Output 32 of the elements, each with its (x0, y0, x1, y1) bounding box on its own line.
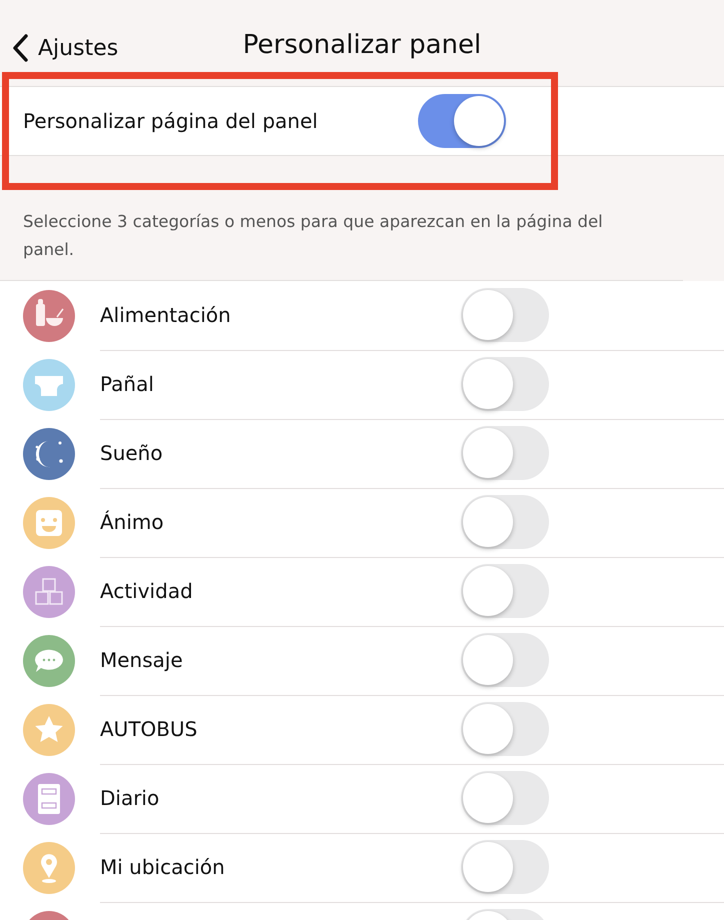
toggle-switch[interactable] (461, 633, 549, 687)
category-label: Mensaje (100, 648, 184, 672)
category-label: Sueño (100, 441, 164, 465)
category-row[interactable]: AUTOBUS (0, 695, 724, 764)
category-label: Diario (100, 786, 160, 810)
category-label: Pañal (100, 372, 155, 396)
category-label: Alimentación (100, 303, 232, 327)
toggle-switch[interactable] (461, 702, 549, 756)
toggle-switch[interactable] (461, 840, 549, 894)
chevron-left-icon (12, 34, 28, 62)
category-row[interactable]: Mensaje (0, 626, 724, 695)
category-row[interactable]: Alimentación (0, 281, 724, 350)
category-row[interactable]: Mi ubicación (0, 833, 724, 902)
toggle-switch[interactable] (461, 564, 549, 618)
page-title: Personalizar panel (242, 30, 482, 60)
category-label: AUTOBUS (100, 717, 198, 741)
toggle-switch[interactable] (461, 426, 549, 480)
category-row[interactable]: Sueño (0, 419, 724, 488)
toggle-switch[interactable] (461, 357, 549, 411)
category-label: Mi ubicación (100, 855, 226, 879)
category-row[interactable]: Actividad (0, 557, 724, 626)
toggle-switch[interactable] (418, 94, 506, 148)
category-label: Ánimo (100, 510, 165, 534)
back-button[interactable]: Ajustes (0, 34, 118, 62)
toggle-switch[interactable] (461, 771, 549, 825)
category-label: Actividad (100, 579, 194, 603)
toggle-switch[interactable] (461, 288, 549, 342)
toggle-switch[interactable] (461, 495, 549, 549)
category-row[interactable]: Diario (0, 764, 724, 833)
category-row[interactable]: Pañal (0, 350, 724, 419)
setting-label: Personalizar página del panel (23, 109, 319, 133)
category-row[interactable]: Ánimo (0, 488, 724, 557)
